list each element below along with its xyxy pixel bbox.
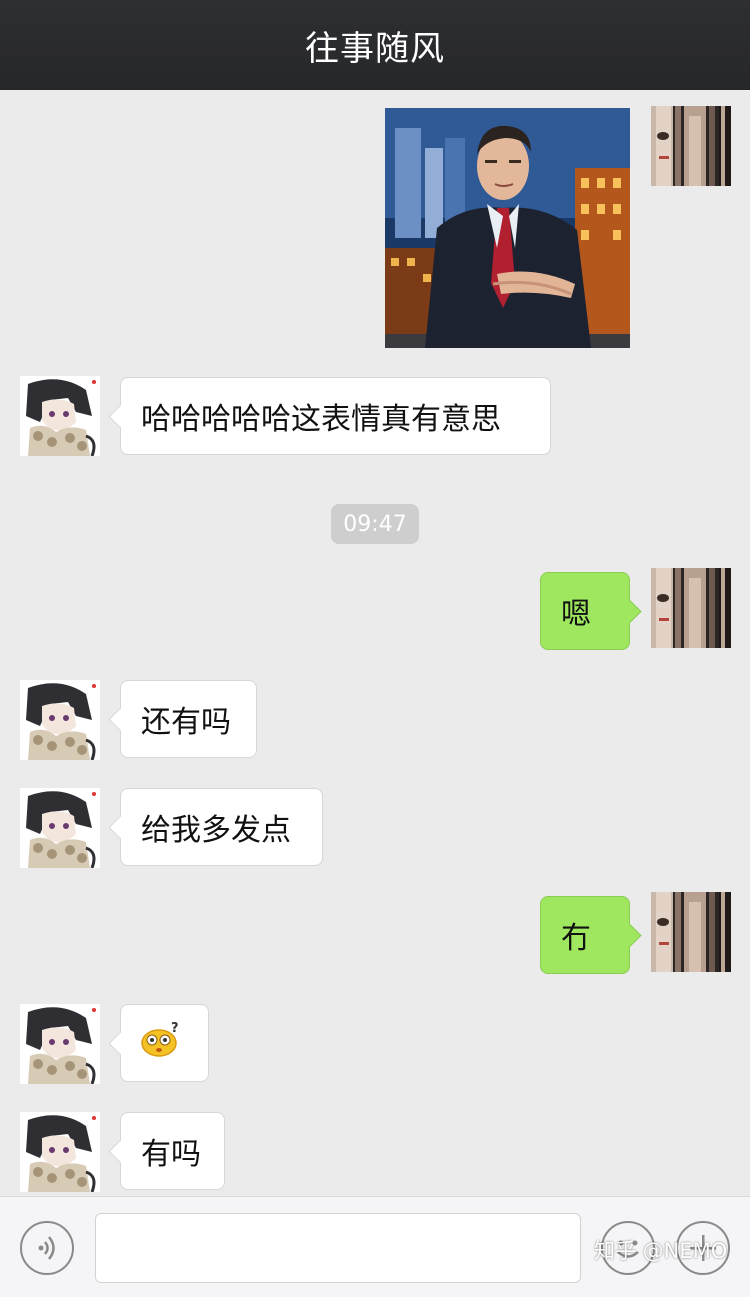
timestamp-text: 09:47 — [343, 511, 407, 537]
contact-avatar[interactable] — [20, 680, 100, 760]
contact-avatar[interactable] — [20, 1112, 100, 1192]
message-outgoing: 嗯 — [0, 568, 750, 652]
contact-avatar[interactable] — [20, 376, 100, 456]
message-input[interactable] — [95, 1213, 581, 1283]
message-text: 哈哈哈哈哈这表情真有意思 — [141, 402, 501, 437]
contact-avatar[interactable] — [20, 1004, 100, 1084]
message-outgoing: 冇 — [0, 892, 750, 976]
message-text: 给我多发点 — [141, 813, 291, 848]
chat-header: 往事随风 — [0, 0, 750, 90]
message-text: 还有吗 — [141, 705, 231, 740]
voice-button[interactable] — [20, 1221, 74, 1275]
message-bubble[interactable]: 给我多发点 — [120, 788, 323, 866]
sticker-image[interactable] — [385, 108, 630, 348]
message-text: 有吗 — [141, 1137, 201, 1172]
message-bubble[interactable]: 冇 — [540, 896, 630, 974]
voice-icon — [22, 1223, 72, 1277]
message-bubble[interactable]: 有吗 — [120, 1112, 225, 1190]
self-avatar[interactable] — [651, 568, 731, 648]
contact-avatar[interactable] — [20, 788, 100, 868]
self-avatar[interactable] — [651, 106, 731, 186]
self-avatar[interactable] — [651, 892, 731, 972]
message-bubble[interactable]: 嗯 — [540, 572, 630, 650]
message-bubble[interactable]: 哈哈哈哈哈这表情真有意思 — [120, 377, 551, 455]
message-incoming: 给我多发点 — [0, 788, 750, 868]
svg-text:?: ? — [171, 1021, 179, 1036]
chat-title: 往事随风 — [305, 28, 445, 69]
watermark: 知乎 @NEMO — [594, 1239, 728, 1263]
message-outgoing-image — [0, 90, 750, 350]
message-text: 冇 — [561, 921, 591, 956]
message-bubble[interactable]: ? — [120, 1004, 209, 1082]
message-incoming: 哈哈哈哈哈这表情真有意思 — [0, 376, 750, 456]
confused-emoji-icon: ? — [141, 1021, 181, 1065]
message-incoming: 还有吗 — [0, 680, 750, 760]
message-list[interactable]: 哈哈哈哈哈这表情真有意思 09:47 嗯 还有吗 给我多发点 冇 ? 有吗 — [0, 90, 750, 1196]
timestamp-pill: 09:47 — [331, 504, 419, 544]
message-text: 嗯 — [561, 597, 591, 632]
message-incoming: 有吗 — [0, 1112, 750, 1192]
message-bubble[interactable]: 还有吗 — [120, 680, 257, 758]
message-incoming: ? — [0, 1004, 750, 1084]
